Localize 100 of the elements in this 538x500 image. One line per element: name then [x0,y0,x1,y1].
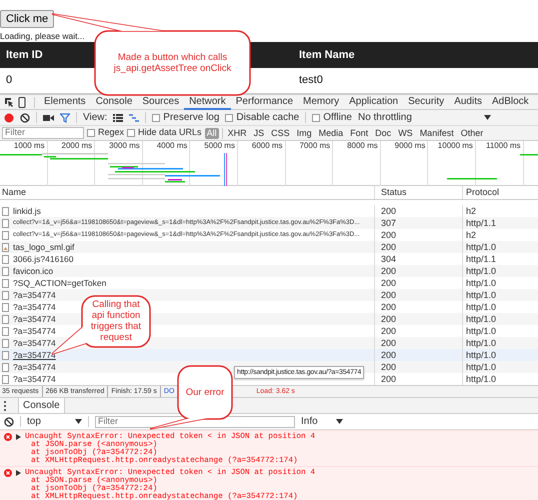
filter-icon[interactable] [60,112,70,122]
tick-label: 4000 ms [156,141,188,151]
tick-label: 5000 ms [203,141,236,151]
request-name[interactable]: ?a=354774 [13,289,56,301]
type-filter[interactable]: CSS [269,128,292,138]
protocol-cell-text: http/1.0 [465,325,498,337]
tick-label: 10000 ms [436,141,474,151]
error-icon [4,433,12,441]
expand-arrow-icon[interactable] [16,434,21,440]
checkbox[interactable] [127,129,136,137]
clear-icon[interactable] [20,112,30,122]
tick-label: 1000 ms [12,141,46,151]
request-name[interactable]: ?a=354774 [13,361,56,373]
type-filter[interactable]: WS [396,128,415,138]
status-cell: 200 [375,361,463,373]
devtools-tab[interactable]: AdBlock [486,94,534,110]
protocol-cell-text: h2 [465,205,478,217]
expand-arrow-icon[interactable] [16,470,21,476]
request-name[interactable]: ?a=354774 [13,313,56,325]
filter-input[interactable]: Filter [2,127,84,139]
request-name[interactable]: tas_logo_sml.gif [13,241,74,253]
tick-label: 9000 ms [394,141,426,151]
column-header: Status [375,186,463,199]
click-me-button[interactable]: Click me [0,10,54,28]
tick-label: 7000 ms [298,141,332,151]
checkbox[interactable] [225,114,234,122]
column-header: Item ID [6,48,43,61]
devtools-tab[interactable]: Memory [298,94,344,110]
camera-icon[interactable] [43,114,54,122]
caret-icon[interactable] [484,115,491,120]
request-name[interactable]: ?SQ_ACTION=getToken [13,277,106,289]
protocol-cell-text: http/1.1 [465,217,498,229]
checkbox-label: Disable cache [236,111,300,125]
devtools-tab[interactable]: Console [90,94,138,110]
type-filter[interactable]: Other [458,128,486,138]
type-filter[interactable]: JS [252,128,266,138]
view-label: View: [83,111,108,125]
column-header: Item Name [299,48,355,61]
list-view-icon[interactable] [113,114,124,122]
request-name[interactable]: linkid.js [13,205,41,217]
protocol-cell-text: http/1.0 [465,313,498,325]
loading-text: Loading, please wait... [0,31,85,41]
protocol-cell-text: h2 [465,229,478,241]
device-icon[interactable] [18,96,26,108]
caret-icon[interactable] [336,419,343,424]
checkbox[interactable] [312,114,320,122]
request-name[interactable]: ?a=354774 [13,373,56,385]
protocol-cell-text: http/1.0 [465,265,498,277]
console-tab[interactable]: Console [18,398,65,413]
context-select[interactable]: top [27,414,41,429]
callout-text: Our error [184,387,226,398]
tick-label: 3000 ms [108,141,141,151]
protocol-cell-text: http/1.0 [465,361,498,373]
checkbox-label: Preserve log [163,111,220,125]
devtools-tab[interactable]: Application [344,94,404,110]
callout-text: Made a button which calls js_api.getAssetTree onClick [112,52,232,74]
tick-label: 11000 ms [484,141,522,151]
status-cell: 200 [375,241,463,253]
tick-label: 8000 ms [346,141,379,151]
request-name[interactable]: ?a=354774 [13,301,56,313]
table-cell: 0 [6,74,12,86]
checkbox[interactable] [87,129,95,137]
checkbox-label: Hide data URLs [138,126,202,140]
request-name[interactable]: favicon.ico [13,265,54,277]
protocol-cell-text: http/1.0 [465,289,498,301]
column-header: Protocol [465,186,500,199]
devtools-tab[interactable]: Sources [137,94,184,110]
caret-icon[interactable] [75,419,82,424]
type-filter[interactable]: XHR [226,128,249,138]
type-filter[interactable]: Manifest [418,128,456,138]
type-filter[interactable]: Doc [373,128,394,138]
waterfall-icon[interactable] [129,114,140,122]
level-select[interactable]: Info [301,414,318,429]
devtools-tab[interactable]: Elements [39,94,91,110]
type-filter[interactable]: Media [316,128,346,138]
callout-text: Calling that api function triggers that request [90,299,142,343]
checkbox-label: Offline [323,111,352,125]
inspect-icon[interactable] [4,97,14,107]
record-icon[interactable] [4,112,14,122]
devtools-tab[interactable]: Performance [230,94,298,110]
protocol-cell-text: http/1.1 [465,253,498,265]
clear-icon[interactable] [4,416,14,426]
protocol-cell-text: http/1.0 [465,301,498,313]
request-name[interactable]: ?a=354774 [13,337,56,349]
type-filter[interactable]: Font [348,128,370,138]
status-cell: 200 [375,313,463,325]
throttling-select[interactable]: No throttling [358,110,412,125]
checkbox-label: Regex [98,126,124,140]
protocol-cell-text: http/1.0 [465,241,498,253]
checkbox[interactable] [152,114,160,122]
request-name[interactable]: 3066.js?416160 [13,253,74,265]
tick-label: 2000 ms [60,141,94,151]
table-cell: test0 [299,74,323,86]
status-cell: 200 [375,265,463,277]
request-name[interactable]: ?a=354774 [13,325,56,337]
devtools-tab[interactable]: Security [403,94,450,110]
devtools-tab[interactable]: Audits [449,94,487,110]
type-filter[interactable]: Img [294,128,314,138]
status-cell: 200 [375,289,463,301]
request-name[interactable]: ?a=354774 [13,349,56,361]
